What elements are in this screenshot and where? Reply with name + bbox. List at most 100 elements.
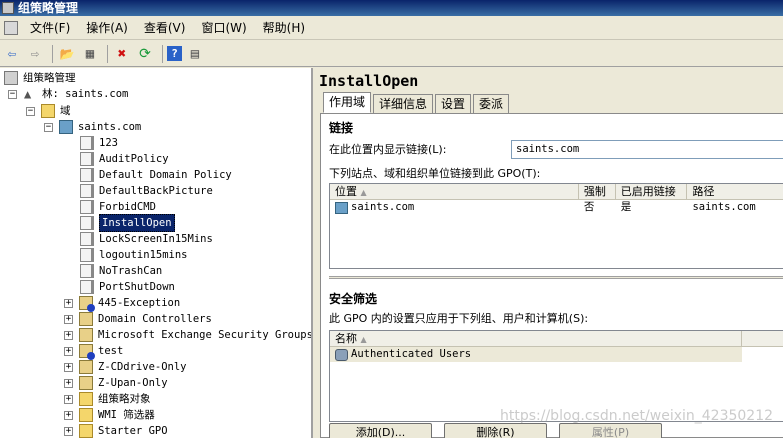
properties-icon[interactable]: ▤	[185, 44, 205, 64]
location-dropdown[interactable]: saints.com	[511, 140, 783, 159]
folder-icon	[79, 392, 93, 406]
domain-icon	[335, 201, 348, 214]
column-name[interactable]: 名称 ▲	[330, 331, 742, 346]
tree-gpo-link[interactable]: logoutin15mins	[80, 247, 188, 263]
toolbar: ⇦ ⇨ 📂 ▦ ✖ ⟳ ? ▤	[0, 41, 783, 67]
tree-ou[interactable]: + Z-CDdrive-Only	[64, 359, 187, 375]
domain-icon	[59, 120, 73, 134]
ou-icon	[79, 312, 93, 326]
links-list[interactable]: 位置 ▲ 强制 已启用链接 路径 saints.com 否 是 saints.c…	[329, 183, 783, 269]
tree-domains[interactable]: − 域	[26, 103, 71, 119]
domains-folder-icon	[41, 104, 55, 118]
title-bar: 组策略管理	[0, 0, 783, 16]
collapse-icon[interactable]: −	[8, 89, 17, 99]
tree-ou[interactable]: + Microsoft Exchange Security Groups	[64, 327, 311, 343]
system-menu-icon[interactable]	[4, 20, 18, 35]
expand-icon[interactable]: +	[64, 410, 73, 420]
menu-file[interactable]: 文件(F)	[22, 17, 78, 39]
tree-ou[interactable]: + Domain Controllers	[64, 311, 212, 327]
tree-gpo-objects[interactable]: + 组策略对象	[64, 391, 151, 407]
ou-icon	[79, 328, 93, 342]
menu-action[interactable]: 操作(A)	[78, 17, 136, 39]
tab-scope[interactable]: 作用域	[323, 92, 372, 113]
gpo-link-icon	[80, 168, 94, 182]
tree-gpo-link[interactable]: DefaultBackPicture	[80, 183, 213, 199]
tree-forest-label: 林: saints.com	[42, 88, 129, 100]
gpo-link-icon	[80, 216, 94, 230]
tab-details[interactable]: 详细信息	[373, 94, 434, 113]
gpo-link-icon	[80, 184, 94, 198]
users-group-icon	[335, 348, 348, 361]
expand-icon[interactable]: +	[64, 394, 73, 404]
forest-icon	[23, 86, 37, 102]
tree-root[interactable]: 组策略管理	[4, 70, 76, 86]
help-icon[interactable]: ?	[167, 46, 182, 61]
tree-gpo-link-selected[interactable]: InstallOpen	[80, 214, 175, 232]
collapse-icon[interactable]: −	[26, 106, 35, 116]
gpmc-app-icon	[2, 2, 14, 14]
column-path[interactable]: 路径	[687, 184, 783, 199]
column-link-enabled[interactable]: 已启用链接	[616, 184, 688, 199]
tree-gpo-link[interactable]: NoTrashCan	[80, 263, 162, 279]
forward-arrow-icon[interactable]: ⇨	[25, 44, 45, 64]
gpo-link-icon	[80, 264, 94, 278]
tree-ou[interactable]: +445-Exception	[64, 295, 180, 312]
gpo-link-icon	[80, 200, 94, 214]
expand-icon[interactable]: +	[64, 314, 73, 324]
ou-icon	[79, 376, 93, 390]
security-filtering-title: 安全筛选	[329, 292, 378, 306]
pane-splitter[interactable]	[329, 276, 783, 279]
collapse-icon[interactable]: −	[44, 122, 53, 132]
tree-gpo-link[interactable]: AuditPolicy	[80, 151, 169, 167]
tab-settings[interactable]: 设置	[435, 94, 472, 113]
delete-icon[interactable]: ✖	[112, 44, 132, 64]
show-hide-tree-icon[interactable]: ▦	[80, 44, 100, 64]
remove-button[interactable]: 删除(R)	[444, 423, 547, 438]
links-list-label: 下列站点、域和组织单位链接到此 GPO(T):	[329, 167, 541, 180]
tree-ou[interactable]: + test	[64, 343, 123, 360]
menu-view[interactable]: 查看(V)	[136, 17, 194, 39]
links-list-header: 位置 ▲ 强制 已启用链接 路径	[330, 184, 783, 200]
tree-gpo-link[interactable]: 123	[80, 135, 118, 151]
console-tree[interactable]: 组策略管理 − 林: saints.com − 域 − saints.com 1…	[0, 68, 313, 438]
tree-forest[interactable]: − 林: saints.com	[8, 86, 128, 102]
expand-icon[interactable]: +	[64, 426, 73, 436]
folder-icon	[79, 424, 93, 438]
tree-domain[interactable]: − saints.com	[44, 119, 141, 135]
menu-bar: 文件(F) 操作(A) 查看(V) 窗口(W) 帮助(H)	[0, 16, 783, 40]
tree-gpo-link[interactable]: LockScreenIn15Mins	[80, 231, 213, 247]
toolbar-separator	[162, 44, 163, 63]
menu-help[interactable]: 帮助(H)	[255, 17, 313, 39]
expand-icon[interactable]: +	[64, 298, 73, 308]
up-folder-icon[interactable]: 📂	[57, 44, 77, 64]
gpmc-icon	[4, 71, 18, 85]
expand-icon[interactable]: +	[64, 362, 73, 372]
tab-delegation[interactable]: 委派	[473, 94, 510, 113]
tree-starter-gpo[interactable]: + Starter GPO	[64, 423, 168, 438]
back-arrow-icon[interactable]: ⇦	[2, 44, 22, 64]
refresh-icon[interactable]: ⟳	[135, 44, 155, 64]
properties-button[interactable]: 属性(P)	[559, 423, 662, 438]
security-row[interactable]: Authenticated Users	[330, 347, 742, 362]
column-location[interactable]: 位置 ▲	[330, 184, 579, 199]
add-button[interactable]: 添加(D)...	[329, 423, 432, 438]
menu-window[interactable]: 窗口(W)	[193, 17, 254, 39]
tree-gpo-link[interactable]: ForbidCMD	[80, 199, 156, 215]
tree-gpo-link[interactable]: PortShutDown	[80, 279, 175, 295]
tree-ou[interactable]: + Z-Upan-Only	[64, 375, 168, 391]
tree-domain-label: saints.com	[78, 121, 142, 133]
expand-icon[interactable]: +	[64, 346, 73, 356]
links-section-title: 链接	[329, 121, 354, 135]
link-row[interactable]: saints.com 否 是 saints.com	[330, 200, 783, 215]
tree-gpo-link[interactable]: Default Domain Policy	[80, 167, 232, 183]
tree-domains-label: 域	[60, 105, 71, 117]
expand-icon[interactable]: +	[64, 378, 73, 388]
ou-icon	[79, 360, 93, 374]
folder-icon	[79, 408, 93, 422]
gpo-link-icon	[80, 280, 94, 294]
expand-icon[interactable]: +	[64, 330, 73, 340]
ou-blocked-inheritance-icon	[79, 344, 95, 360]
column-enforced[interactable]: 强制	[579, 184, 616, 199]
watermark-text: https://blog.csdn.net/weixin_42350212	[500, 408, 774, 424]
tree-wmi-filters[interactable]: + WMI 筛选器	[64, 407, 155, 423]
